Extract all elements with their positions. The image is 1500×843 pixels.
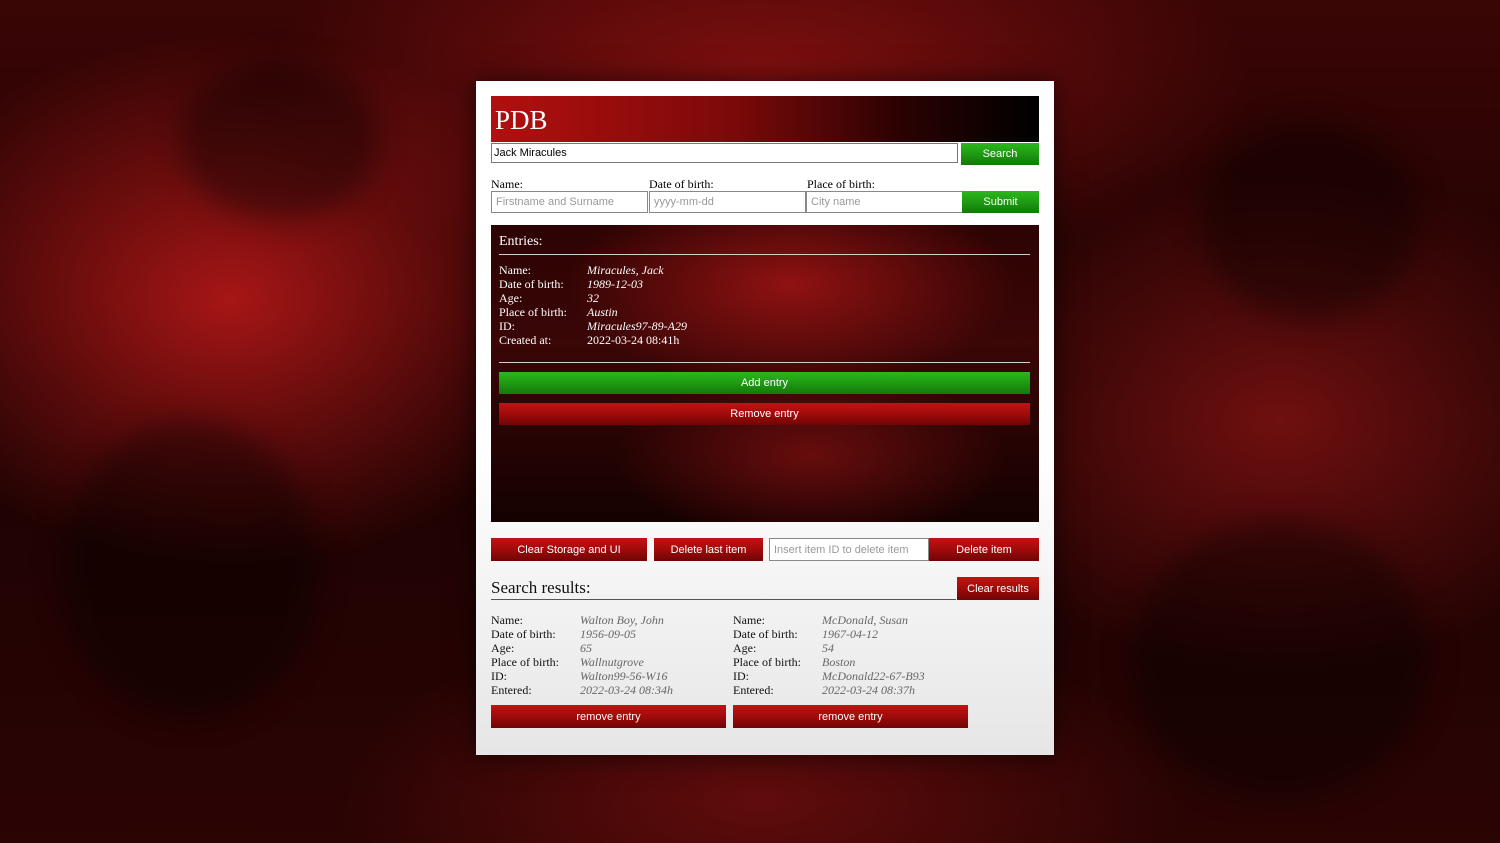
field-label: Date of birth:: [491, 627, 556, 641]
remove-result-button[interactable]: remove entry: [733, 705, 968, 728]
pob-field[interactable]: City name: [806, 191, 963, 213]
field-label: Name:: [733, 613, 765, 627]
background-silhouette: [60, 420, 320, 720]
remove-entry-button[interactable]: Remove entry: [499, 403, 1030, 425]
field-value: 2022-03-24 08:34h: [580, 683, 673, 697]
field-label: Place of birth:: [733, 655, 801, 669]
result-row: Place of birth: Boston: [733, 655, 968, 669]
field-label: Age:: [491, 641, 515, 655]
delete-last-button[interactable]: Delete last item: [654, 538, 763, 561]
field-value: 54: [822, 641, 834, 655]
background-silhouette: [1200, 120, 1420, 320]
field-label: Age:: [499, 291, 523, 305]
divider: [499, 254, 1030, 255]
field-label: Created at:: [499, 333, 552, 347]
submit-button[interactable]: Submit: [962, 191, 1039, 213]
result-row: ID: Walton99-56-W16: [491, 669, 726, 683]
entries-panel: Entries: Name: Miracules, Jack Date of b…: [491, 225, 1039, 522]
delete-id-input[interactable]: Insert item ID to delete item: [769, 538, 929, 561]
entries-title: Entries:: [499, 234, 543, 249]
field-label: Entered:: [491, 683, 532, 697]
result-row: Name: McDonald, Susan: [733, 613, 968, 627]
field-value: Wallnutgrove: [580, 655, 644, 669]
background-silhouette: [180, 60, 380, 220]
app-header: PDB: [491, 96, 1039, 142]
field-label: Date of birth:: [733, 627, 798, 641]
field-label: ID:: [733, 669, 749, 683]
field-label: Place of birth:: [499, 305, 567, 319]
result-row: Date of birth: 1956-09-05: [491, 627, 726, 641]
field-label: Name:: [499, 263, 531, 277]
field-label: Entered:: [733, 683, 774, 697]
divider: [491, 599, 956, 600]
result-row: Entered: 2022-03-24 08:37h: [733, 683, 968, 697]
result-row: Name: Walton Boy, John: [491, 613, 726, 627]
delete-item-button[interactable]: Delete item: [929, 538, 1039, 561]
result-row: Age: 54: [733, 641, 968, 655]
pob-label: Place of birth:: [807, 177, 875, 191]
dob-field[interactable]: yyyy-mm-dd: [649, 191, 806, 213]
background-silhouette: [1130, 520, 1430, 800]
field-label: Age:: [733, 641, 757, 655]
field-value: 1967-04-12: [822, 627, 878, 641]
search-input[interactable]: Jack Miracules: [491, 143, 958, 163]
field-value: 32: [587, 291, 599, 305]
result-row: Age: 65: [491, 641, 726, 655]
result-row: ID: McDonald22-67-B93: [733, 669, 968, 683]
field-value: 1989-12-03: [587, 277, 643, 291]
field-value: Walton Boy, John: [580, 613, 664, 627]
search-button[interactable]: Search: [961, 143, 1039, 165]
search-results-title: Search results:: [491, 578, 591, 597]
name-label: Name:: [491, 177, 523, 191]
field-value: 1956-09-05: [580, 627, 636, 641]
field-label: Name:: [491, 613, 523, 627]
field-value: Miracules97-89-A29: [587, 319, 687, 333]
field-label: Place of birth:: [491, 655, 559, 669]
field-value: McDonald22-67-B93: [822, 669, 925, 683]
field-value: 2022-03-24 08:37h: [822, 683, 915, 697]
add-entry-button[interactable]: Add entry: [499, 372, 1030, 394]
result-row: Place of birth: Wallnutgrove: [491, 655, 726, 669]
result-card: Name: Walton Boy, John Date of birth: 1956…: [491, 613, 726, 697]
app-title: PDB: [495, 105, 548, 135]
divider: [499, 362, 1030, 363]
clear-storage-button[interactable]: Clear Storage and UI: [491, 538, 647, 561]
result-card: Name: McDonald, Susan Date of birth: 1967-…: [733, 613, 968, 697]
field-value: Walton99-56-W16: [580, 669, 668, 683]
field-label: ID:: [491, 669, 507, 683]
field-label: ID:: [499, 319, 515, 333]
field-label: Date of birth:: [499, 277, 564, 291]
field-value: 65: [580, 641, 592, 655]
field-value: Austin: [587, 305, 618, 319]
remove-result-button[interactable]: remove entry: [491, 705, 726, 728]
field-value: 2022-03-24 08:41h: [587, 333, 680, 347]
pdb-panel: PDB Jack Miracules Search Name: Date of …: [476, 81, 1054, 755]
result-row: Entered: 2022-03-24 08:34h: [491, 683, 726, 697]
field-value: Boston: [822, 655, 856, 669]
result-row: Date of birth: 1967-04-12: [733, 627, 968, 641]
name-field[interactable]: Firstname and Surname: [491, 191, 648, 213]
clear-results-button[interactable]: Clear results: [957, 577, 1039, 600]
field-value: McDonald, Susan: [822, 613, 908, 627]
field-value: Miracules, Jack: [587, 263, 664, 277]
dob-label: Date of birth:: [649, 177, 714, 191]
